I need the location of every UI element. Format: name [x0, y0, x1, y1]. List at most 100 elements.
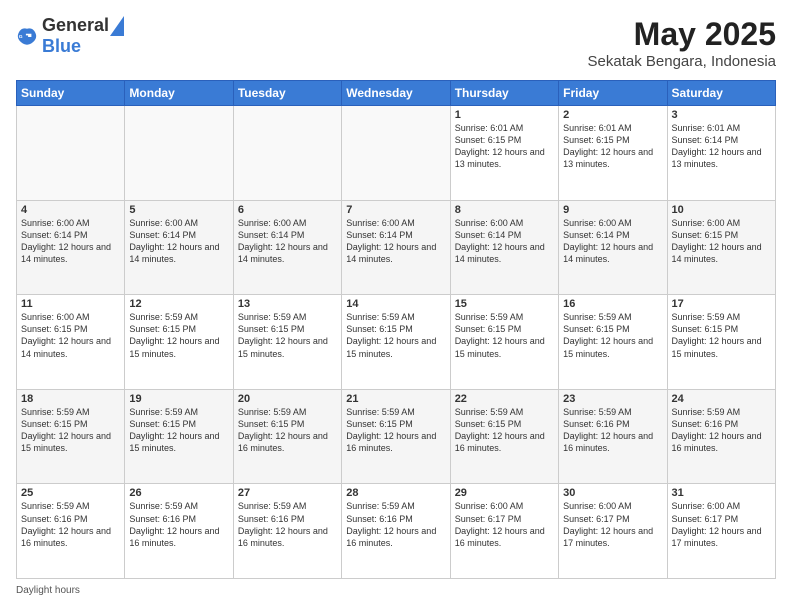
calendar-table: SundayMondayTuesdayWednesdayThursdayFrid…: [16, 80, 776, 579]
day-number: 4: [21, 204, 120, 216]
calendar-cell: 2Sunrise: 6:01 AM Sunset: 6:15 PM Daylig…: [559, 106, 667, 201]
calendar-cell: 3Sunrise: 6:01 AM Sunset: 6:14 PM Daylig…: [667, 106, 775, 201]
day-number: 21: [346, 393, 445, 405]
calendar-week-row-2: 4Sunrise: 6:00 AM Sunset: 6:14 PM Daylig…: [17, 200, 776, 295]
calendar-cell: 19Sunrise: 5:59 AM Sunset: 6:15 PM Dayli…: [125, 389, 233, 484]
day-number: 28: [346, 487, 445, 499]
day-info: Sunrise: 5:59 AM Sunset: 6:15 PM Dayligh…: [455, 311, 554, 360]
day-info: Sunrise: 6:01 AM Sunset: 6:15 PM Dayligh…: [455, 122, 554, 171]
day-info: Sunrise: 6:00 AM Sunset: 6:14 PM Dayligh…: [563, 217, 662, 266]
calendar-cell: 25Sunrise: 5:59 AM Sunset: 6:16 PM Dayli…: [17, 484, 125, 579]
calendar-header-sunday: Sunday: [17, 81, 125, 106]
day-info: Sunrise: 5:59 AM Sunset: 6:15 PM Dayligh…: [346, 311, 445, 360]
day-number: 1: [455, 109, 554, 121]
calendar-cell: 31Sunrise: 6:00 AM Sunset: 6:17 PM Dayli…: [667, 484, 775, 579]
day-info: Sunrise: 6:01 AM Sunset: 6:15 PM Dayligh…: [563, 122, 662, 171]
day-number: 9: [563, 204, 662, 216]
day-number: 16: [563, 298, 662, 310]
logo-triangle-icon: [110, 16, 124, 36]
calendar-cell: [342, 106, 450, 201]
calendar-week-row-3: 11Sunrise: 6:00 AM Sunset: 6:15 PM Dayli…: [17, 295, 776, 390]
day-info: Sunrise: 6:00 AM Sunset: 6:14 PM Dayligh…: [455, 217, 554, 266]
day-info: Sunrise: 5:59 AM Sunset: 6:15 PM Dayligh…: [238, 311, 337, 360]
day-info: Sunrise: 6:01 AM Sunset: 6:14 PM Dayligh…: [672, 122, 771, 171]
day-number: 12: [129, 298, 228, 310]
day-number: 23: [563, 393, 662, 405]
day-number: 27: [238, 487, 337, 499]
calendar-cell: 26Sunrise: 5:59 AM Sunset: 6:16 PM Dayli…: [125, 484, 233, 579]
calendar-cell: 11Sunrise: 6:00 AM Sunset: 6:15 PM Dayli…: [17, 295, 125, 390]
calendar-cell: 21Sunrise: 5:59 AM Sunset: 6:15 PM Dayli…: [342, 389, 450, 484]
calendar-header-thursday: Thursday: [450, 81, 558, 106]
page: G General Blue May 2025 Sekatak Bengara,…: [0, 0, 792, 612]
calendar-cell: [233, 106, 341, 201]
calendar-cell: 30Sunrise: 6:00 AM Sunset: 6:17 PM Dayli…: [559, 484, 667, 579]
calendar-cell: 17Sunrise: 5:59 AM Sunset: 6:15 PM Dayli…: [667, 295, 775, 390]
day-number: 19: [129, 393, 228, 405]
logo-general-text: General: [42, 16, 109, 36]
day-info: Sunrise: 5:59 AM Sunset: 6:15 PM Dayligh…: [238, 406, 337, 455]
calendar-cell: 16Sunrise: 5:59 AM Sunset: 6:15 PM Dayli…: [559, 295, 667, 390]
day-number: 20: [238, 393, 337, 405]
day-number: 3: [672, 109, 771, 121]
daylight-label: Daylight hours: [16, 585, 80, 596]
day-number: 24: [672, 393, 771, 405]
day-number: 6: [238, 204, 337, 216]
day-info: Sunrise: 5:59 AM Sunset: 6:15 PM Dayligh…: [129, 311, 228, 360]
day-info: Sunrise: 6:00 AM Sunset: 6:15 PM Dayligh…: [21, 311, 120, 360]
day-number: 8: [455, 204, 554, 216]
title-block: May 2025 Sekatak Bengara, Indonesia: [588, 16, 776, 70]
day-info: Sunrise: 5:59 AM Sunset: 6:15 PM Dayligh…: [455, 406, 554, 455]
day-number: 15: [455, 298, 554, 310]
day-info: Sunrise: 5:59 AM Sunset: 6:15 PM Dayligh…: [21, 406, 120, 455]
calendar-week-row-4: 18Sunrise: 5:59 AM Sunset: 6:15 PM Dayli…: [17, 389, 776, 484]
day-number: 13: [238, 298, 337, 310]
calendar-cell: 15Sunrise: 5:59 AM Sunset: 6:15 PM Dayli…: [450, 295, 558, 390]
day-number: 30: [563, 487, 662, 499]
day-number: 2: [563, 109, 662, 121]
day-number: 11: [21, 298, 120, 310]
svg-text:G: G: [19, 34, 23, 40]
calendar-cell: [17, 106, 125, 201]
day-info: Sunrise: 5:59 AM Sunset: 6:16 PM Dayligh…: [346, 500, 445, 549]
day-info: Sunrise: 5:59 AM Sunset: 6:16 PM Dayligh…: [672, 406, 771, 455]
day-info: Sunrise: 6:00 AM Sunset: 6:14 PM Dayligh…: [238, 217, 337, 266]
day-number: 18: [21, 393, 120, 405]
calendar-cell: 9Sunrise: 6:00 AM Sunset: 6:14 PM Daylig…: [559, 200, 667, 295]
day-number: 14: [346, 298, 445, 310]
header: G General Blue May 2025 Sekatak Bengara,…: [16, 16, 776, 70]
calendar-header-tuesday: Tuesday: [233, 81, 341, 106]
calendar-cell: 29Sunrise: 6:00 AM Sunset: 6:17 PM Dayli…: [450, 484, 558, 579]
calendar-header-wednesday: Wednesday: [342, 81, 450, 106]
day-number: 22: [455, 393, 554, 405]
calendar-header-saturday: Saturday: [667, 81, 775, 106]
calendar-cell: 13Sunrise: 5:59 AM Sunset: 6:15 PM Dayli…: [233, 295, 341, 390]
general-blue-icon: G: [16, 26, 38, 48]
day-info: Sunrise: 5:59 AM Sunset: 6:16 PM Dayligh…: [21, 500, 120, 549]
calendar-cell: 10Sunrise: 6:00 AM Sunset: 6:15 PM Dayli…: [667, 200, 775, 295]
day-number: 31: [672, 487, 771, 499]
day-number: 10: [672, 204, 771, 216]
calendar-week-row-5: 25Sunrise: 5:59 AM Sunset: 6:16 PM Dayli…: [17, 484, 776, 579]
day-info: Sunrise: 6:00 AM Sunset: 6:14 PM Dayligh…: [21, 217, 120, 266]
calendar-cell: 8Sunrise: 6:00 AM Sunset: 6:14 PM Daylig…: [450, 200, 558, 295]
day-info: Sunrise: 5:59 AM Sunset: 6:16 PM Dayligh…: [238, 500, 337, 549]
calendar-cell: 7Sunrise: 6:00 AM Sunset: 6:14 PM Daylig…: [342, 200, 450, 295]
calendar-header-row: SundayMondayTuesdayWednesdayThursdayFrid…: [17, 81, 776, 106]
day-info: Sunrise: 5:59 AM Sunset: 6:15 PM Dayligh…: [346, 406, 445, 455]
logo-blue-text: Blue: [42, 36, 81, 56]
day-info: Sunrise: 5:59 AM Sunset: 6:15 PM Dayligh…: [563, 311, 662, 360]
day-info: Sunrise: 6:00 AM Sunset: 6:17 PM Dayligh…: [563, 500, 662, 549]
calendar-cell: 6Sunrise: 6:00 AM Sunset: 6:14 PM Daylig…: [233, 200, 341, 295]
footer: Daylight hours: [16, 585, 776, 596]
day-info: Sunrise: 5:59 AM Sunset: 6:15 PM Dayligh…: [672, 311, 771, 360]
day-number: 5: [129, 204, 228, 216]
calendar-header-friday: Friday: [559, 81, 667, 106]
calendar-cell: 12Sunrise: 5:59 AM Sunset: 6:15 PM Dayli…: [125, 295, 233, 390]
day-info: Sunrise: 5:59 AM Sunset: 6:16 PM Dayligh…: [563, 406, 662, 455]
calendar-cell: 22Sunrise: 5:59 AM Sunset: 6:15 PM Dayli…: [450, 389, 558, 484]
day-info: Sunrise: 6:00 AM Sunset: 6:14 PM Dayligh…: [129, 217, 228, 266]
calendar-cell: 1Sunrise: 6:01 AM Sunset: 6:15 PM Daylig…: [450, 106, 558, 201]
logo: G General Blue: [16, 16, 125, 57]
calendar-week-row-1: 1Sunrise: 6:01 AM Sunset: 6:15 PM Daylig…: [17, 106, 776, 201]
